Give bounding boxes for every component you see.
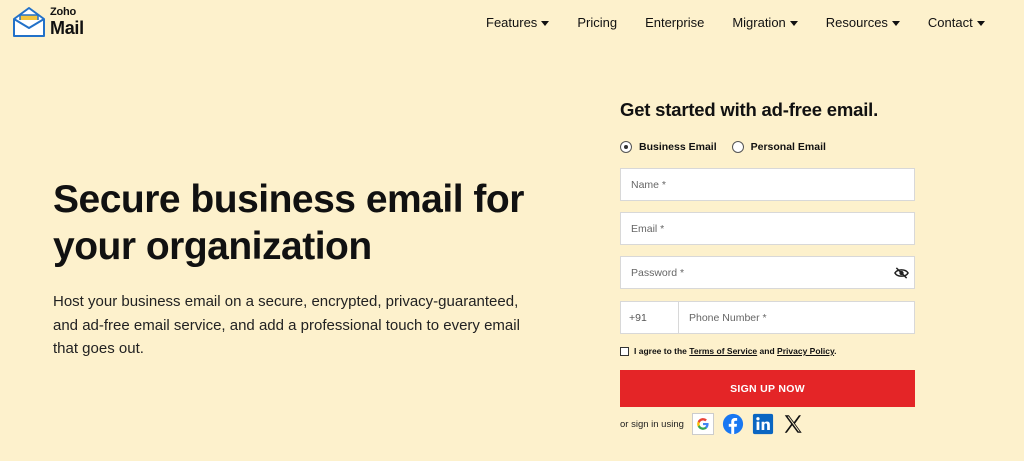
chevron-down-icon <box>976 20 985 26</box>
hero-description: Host your business email on a secure, en… <box>53 293 520 357</box>
hero-title: Secure business email for your organizat… <box>53 178 524 268</box>
nav-item-contact[interactable]: Contact <box>928 15 985 30</box>
password-input[interactable] <box>621 257 914 288</box>
linkedin-sign-in-button[interactable] <box>752 413 774 435</box>
terms-of-service-link[interactable]: Terms of Service <box>689 346 757 356</box>
personal-email-radio[interactable]: Personal Email <box>731 141 826 153</box>
business-email-radio[interactable]: Business Email <box>620 141 717 153</box>
linkedin-icon <box>752 413 773 435</box>
google-icon <box>697 418 709 430</box>
logo-product: Mail <box>50 18 84 38</box>
social-sign-in: or sign in using <box>620 413 804 435</box>
x-twitter-sign-in-button[interactable] <box>782 413 804 435</box>
agree-prefix: I agree to the <box>634 346 687 356</box>
nav-label: Pricing <box>577 15 618 30</box>
zoho-mail-logo[interactable]: Zoho Mail <box>12 6 84 38</box>
radio-label: Business Email <box>639 141 717 153</box>
sign-up-button[interactable]: SIGN UP NOW <box>620 370 915 407</box>
nav-label: Migration <box>732 15 786 30</box>
name-field[interactable] <box>620 168 915 201</box>
chevron-down-icon <box>891 20 900 26</box>
nav-item-enterprise[interactable]: Enterprise <box>645 15 704 30</box>
phone-input[interactable] <box>679 302 914 333</box>
account-type-radios: Business Email Personal Email <box>620 141 826 153</box>
chevron-down-icon <box>789 20 798 26</box>
google-sign-in-button[interactable] <box>691 413 714 435</box>
agree-suffix: . <box>834 346 837 356</box>
nav-item-pricing[interactable]: Pricing <box>577 15 617 30</box>
password-field[interactable] <box>620 256 915 289</box>
mail-envelope-logo-icon <box>13 7 45 37</box>
nav-label: Resources <box>825 15 888 30</box>
chevron-down-icon <box>541 20 550 26</box>
nav-item-features[interactable]: Features <box>486 15 550 30</box>
logo-brand: Zoho <box>50 6 77 18</box>
nav-label: Enterprise <box>645 15 705 30</box>
x-twitter-icon <box>784 415 802 433</box>
social-sign-in-label: or sign in using <box>620 418 684 430</box>
name-input[interactable] <box>621 169 914 200</box>
nav-item-resources[interactable]: Resources <box>826 15 900 30</box>
email-input[interactable] <box>621 213 914 244</box>
main-nav: Features Pricing Enterprise Migration Re… <box>486 15 985 30</box>
facebook-icon <box>722 413 743 435</box>
nav-label: Contact <box>927 15 973 30</box>
nav-label: Features <box>486 15 538 30</box>
email-field[interactable] <box>620 212 915 245</box>
radio-label: Personal Email <box>750 141 826 153</box>
radio-unchecked-icon[interactable] <box>731 141 744 153</box>
country-code-select[interactable]: +91 <box>621 302 679 333</box>
terms-checkbox[interactable] <box>620 346 629 356</box>
eye-slash-icon[interactable] <box>894 266 909 280</box>
agree-and: and <box>759 346 775 356</box>
radio-checked-icon[interactable] <box>620 141 632 153</box>
terms-agreement: I agree to the Terms of Service and Priv… <box>620 346 836 356</box>
phone-field[interactable]: +91 <box>620 301 915 334</box>
form-title: Get started with ad-free email. <box>620 99 879 120</box>
nav-item-migration[interactable]: Migration <box>732 15 798 30</box>
privacy-policy-link[interactable]: Privacy Policy <box>777 346 834 356</box>
facebook-sign-in-button[interactable] <box>722 413 744 435</box>
